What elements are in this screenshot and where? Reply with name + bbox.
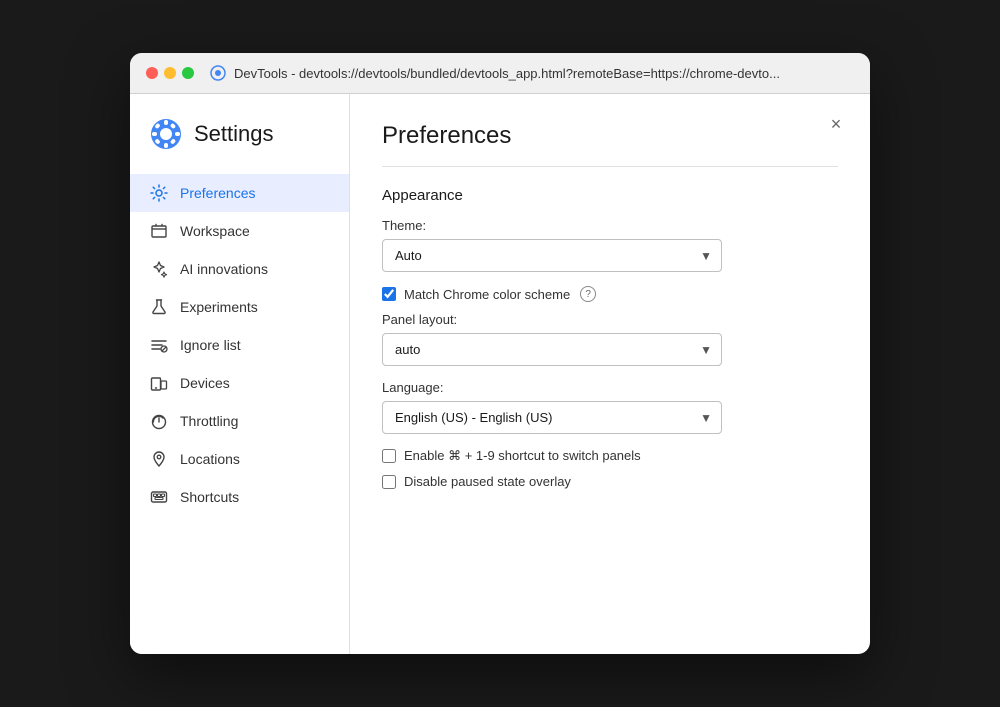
minimize-traffic-light[interactable] <box>164 67 176 79</box>
preferences-icon <box>150 184 168 202</box>
paused-overlay-checkbox[interactable] <box>382 475 396 489</box>
sidebar-item-devices-label: Devices <box>180 375 230 391</box>
paused-overlay-label: Disable paused state overlay <box>404 474 571 489</box>
sidebar-item-shortcuts[interactable]: Shortcuts <box>130 478 349 516</box>
main-content: × Preferences Appearance Theme: Auto Lig… <box>350 94 870 654</box>
throttling-icon <box>150 412 168 430</box>
panel-layout-label: Panel layout: <box>382 312 838 327</box>
devtools-favicon-icon <box>210 65 226 81</box>
theme-select-wrapper: Auto Light Dark ▼ <box>382 239 722 272</box>
sidebar-item-shortcuts-label: Shortcuts <box>180 489 239 505</box>
page-title: Preferences <box>382 122 838 150</box>
sidebar-item-experiments[interactable]: Experiments <box>130 288 349 326</box>
sidebar-header: Settings <box>130 118 349 174</box>
shortcut-checkbox[interactable] <box>382 449 396 463</box>
sidebar-item-ai-innovations[interactable]: AI innovations <box>130 250 349 288</box>
experiments-icon <box>150 298 168 316</box>
locations-icon <box>150 450 168 468</box>
theme-label: Theme: <box>382 218 838 233</box>
appearance-section-title: Appearance <box>382 187 838 204</box>
sidebar-item-preferences-label: Preferences <box>180 185 255 201</box>
sidebar-item-workspace-label: Workspace <box>180 223 250 239</box>
shortcut-row: Enable ⌘ + 1-9 shortcut to switch panels <box>382 448 838 464</box>
close-button[interactable]: × <box>822 110 850 138</box>
sidebar-item-ignore-list[interactable]: Ignore list <box>130 326 349 364</box>
sidebar-item-devices[interactable]: Devices <box>130 364 349 402</box>
sidebar-item-workspace[interactable]: Workspace <box>130 212 349 250</box>
paused-overlay-row: Disable paused state overlay <box>382 474 838 489</box>
title-bar-text: DevTools - devtools://devtools/bundled/d… <box>234 66 854 81</box>
workspace-icon <box>150 222 168 240</box>
sidebar-item-throttling[interactable]: Throttling <box>130 402 349 440</box>
panel-layout-select[interactable]: auto horizontal vertical <box>382 333 722 366</box>
maximize-traffic-light[interactable] <box>182 67 194 79</box>
title-bar: DevTools - devtools://devtools/bundled/d… <box>130 53 870 94</box>
match-color-scheme-help-icon[interactable]: ? <box>580 286 596 302</box>
language-select-wrapper: English (US) - English (US) ▼ <box>382 401 722 434</box>
devtools-window: DevTools - devtools://devtools/bundled/d… <box>130 53 870 654</box>
sidebar-item-preferences[interactable]: Preferences <box>130 174 349 212</box>
sidebar-item-experiments-label: Experiments <box>180 299 258 315</box>
sidebar-item-ignore-list-label: Ignore list <box>180 337 241 353</box>
ai-innovations-icon <box>150 260 168 278</box>
devices-icon <box>150 374 168 392</box>
settings-title: Settings <box>194 121 274 147</box>
settings-logo-icon <box>150 118 182 150</box>
ignore-list-icon <box>150 336 168 354</box>
language-label: Language: <box>382 380 838 395</box>
shortcuts-icon <box>150 488 168 506</box>
window-body: Settings Preferences <box>130 94 870 654</box>
sidebar-item-locations-label: Locations <box>180 451 240 467</box>
sidebar-item-ai-innovations-label: AI innovations <box>180 261 268 277</box>
page-title-divider <box>382 166 838 167</box>
language-select[interactable]: English (US) - English (US) <box>382 401 722 434</box>
close-traffic-light[interactable] <box>146 67 158 79</box>
traffic-lights <box>146 67 194 79</box>
sidebar-item-locations[interactable]: Locations <box>130 440 349 478</box>
match-color-scheme-checkbox[interactable] <box>382 287 396 301</box>
sidebar: Settings Preferences <box>130 94 350 654</box>
theme-select[interactable]: Auto Light Dark <box>382 239 722 272</box>
sidebar-item-throttling-label: Throttling <box>180 413 238 429</box>
shortcut-label: Enable ⌘ + 1-9 shortcut to switch panels <box>404 448 641 464</box>
panel-layout-select-wrapper: auto horizontal vertical ▼ <box>382 333 722 366</box>
match-color-scheme-label: Match Chrome color scheme <box>404 287 570 302</box>
match-color-scheme-row: Match Chrome color scheme ? <box>382 286 838 302</box>
